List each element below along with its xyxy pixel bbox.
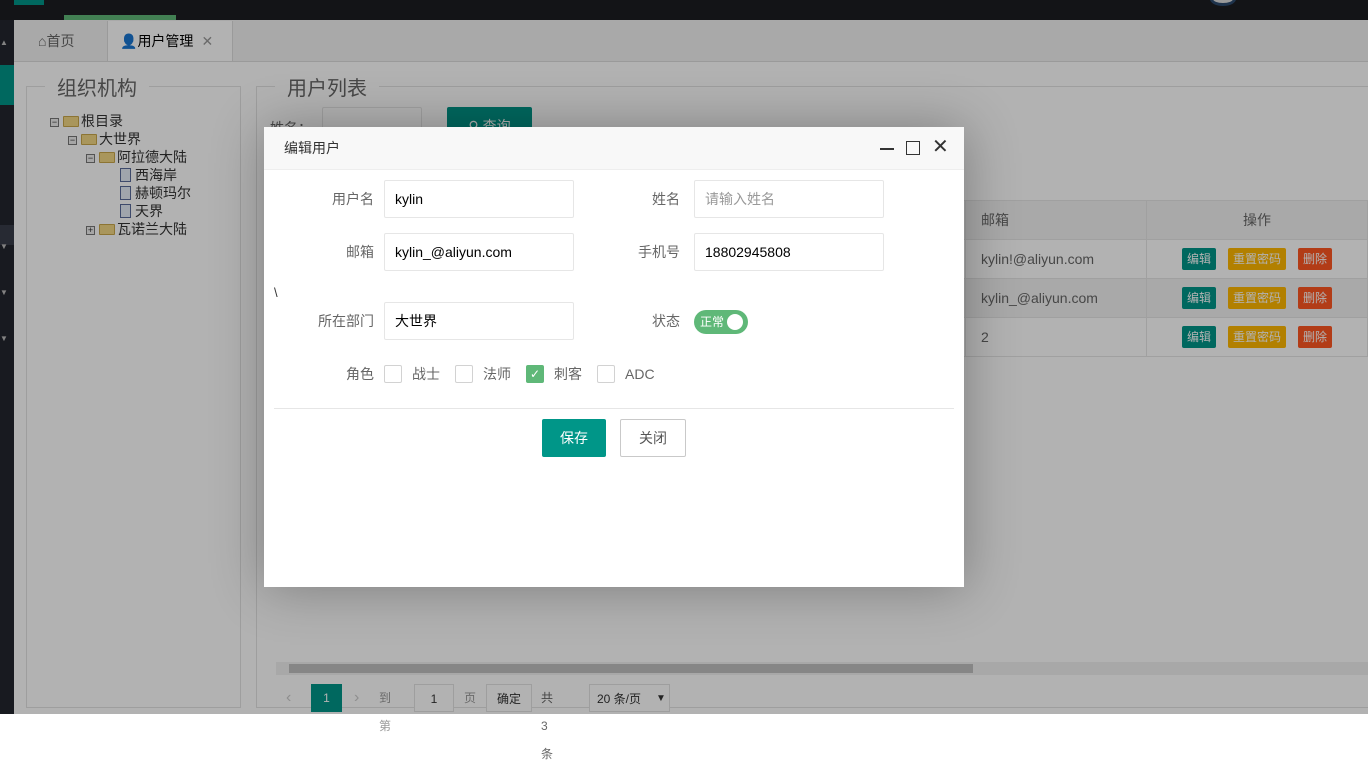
phone-input[interactable]: 18802945808 — [694, 233, 884, 271]
department-label: 所在部门 — [318, 313, 374, 329]
role-checkbox-assassin[interactable]: ✓ — [526, 365, 544, 383]
phone-label: 手机号 — [638, 244, 680, 260]
divider — [274, 408, 954, 409]
maximize-icon[interactable] — [906, 141, 920, 155]
check-icon: ✓ — [529, 367, 541, 381]
role-checkbox-warrior[interactable] — [384, 365, 402, 383]
role-label-assassin: 刺客 — [554, 366, 582, 382]
email-label: 邮箱 — [346, 244, 374, 260]
email-input[interactable]: kylin_@aliyun.com — [384, 233, 574, 271]
status-text: 正常 — [700, 315, 725, 329]
name-input[interactable]: 请输入姓名 — [694, 180, 884, 218]
role-label-warrior: 战士 — [412, 366, 440, 382]
status-toggle[interactable]: 正常 — [694, 310, 748, 334]
close-button[interactable]: 关闭 — [620, 419, 686, 457]
stray-text: \ — [274, 285, 278, 300]
role-label-mage: 法师 — [483, 366, 511, 382]
username-label: 用户名 — [332, 191, 374, 207]
dialog-title: 编辑用户 — [284, 140, 340, 156]
name-label: 姓名 — [652, 191, 680, 207]
role-checkbox-adc[interactable] — [597, 365, 615, 383]
close-icon[interactable]: ✕ — [932, 137, 949, 157]
department-input[interactable]: 大世界 — [384, 302, 574, 340]
dialog-header: 编辑用户 — [264, 127, 964, 170]
username-input[interactable]: kylin — [384, 180, 574, 218]
status-label: 状态 — [652, 313, 680, 329]
role-label: 角色 — [346, 366, 374, 382]
edit-user-dialog: 编辑用户 ✕ 用户名 kylin 姓名 请输入姓名 邮箱 kylin_@aliy… — [264, 127, 964, 587]
toggle-knob — [727, 314, 743, 330]
minimize-icon[interactable] — [880, 139, 894, 155]
save-button[interactable]: 保存 — [542, 419, 606, 457]
role-label-adc: ADC — [625, 366, 655, 382]
role-checkbox-mage[interactable] — [455, 365, 473, 383]
